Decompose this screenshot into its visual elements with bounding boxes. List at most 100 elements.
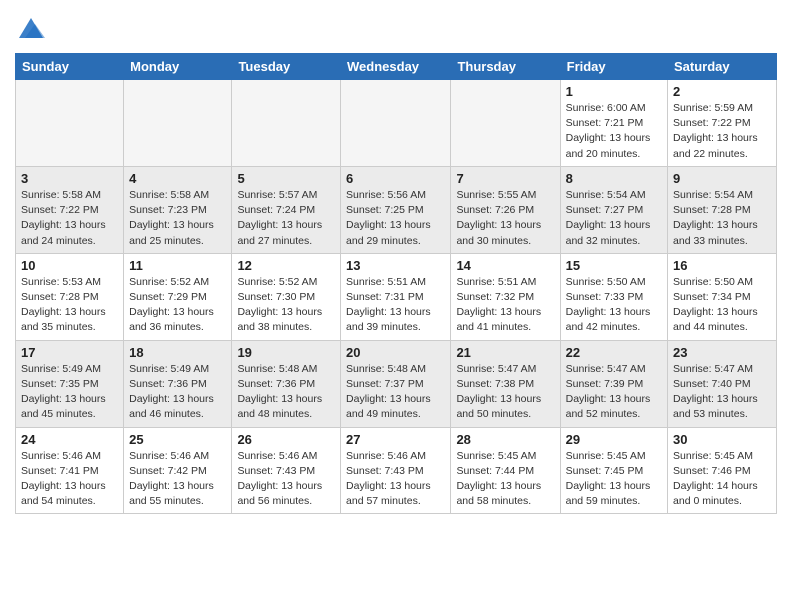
day-info: Sunrise: 5:49 AM Sunset: 7:36 PM Dayligh…	[129, 362, 226, 423]
day-number: 19	[237, 345, 335, 360]
day-info: Sunrise: 5:45 AM Sunset: 7:45 PM Dayligh…	[566, 449, 662, 510]
week-row-5: 24Sunrise: 5:46 AM Sunset: 7:41 PM Dayli…	[16, 427, 777, 514]
header	[15, 10, 777, 47]
day-number: 7	[456, 171, 554, 186]
day-cell: 18Sunrise: 5:49 AM Sunset: 7:36 PM Dayli…	[124, 340, 232, 427]
day-cell: 22 Sunrise: 5:47 AM Sunset: 7:39 PM Dayli…	[560, 340, 667, 427]
day-cell: 20Sunrise: 5:48 AM Sunset: 7:37 PM Dayli…	[341, 340, 451, 427]
day-number: 22	[566, 345, 662, 360]
day-cell	[232, 80, 341, 167]
day-info: Sunrise: 5:45 AM Sunset: 7:44 PM Dayligh…	[456, 449, 554, 510]
day-info: Sunrise: 5:45 AM Sunset: 7:46 PM Dayligh…	[673, 449, 771, 510]
day-info: Sunrise: 5:50 AM Sunset: 7:33 PM Dayligh…	[566, 275, 662, 336]
logo	[15, 14, 45, 47]
day-cell: 23 Sunrise: 5:47 AM Sunset: 7:40 PM Dayli…	[668, 340, 777, 427]
day-info: Sunrise: 5:50 AM Sunset: 7:34 PM Dayligh…	[673, 275, 771, 336]
day-number: 9	[673, 171, 771, 186]
day-cell: 4 Sunrise: 5:58 AM Sunset: 7:23 PM Daylig…	[124, 166, 232, 253]
day-number: 29	[566, 432, 662, 447]
col-header-wednesday: Wednesday	[341, 54, 451, 80]
week-row-1: 1 Sunrise: 6:00 AM Sunset: 7:21 PM Daylig…	[16, 80, 777, 167]
calendar-table: SundayMondayTuesdayWednesdayThursdayFrid…	[15, 53, 777, 514]
day-cell: 17Sunrise: 5:49 AM Sunset: 7:35 PM Dayli…	[16, 340, 124, 427]
col-header-thursday: Thursday	[451, 54, 560, 80]
col-header-saturday: Saturday	[668, 54, 777, 80]
day-info: Sunrise: 5:54 AM Sunset: 7:28 PM Dayligh…	[673, 188, 771, 249]
day-number: 8	[566, 171, 662, 186]
day-number: 27	[346, 432, 445, 447]
day-number: 12	[237, 258, 335, 273]
day-cell: 14Sunrise: 5:51 AM Sunset: 7:32 PM Dayli…	[451, 253, 560, 340]
day-number: 24	[21, 432, 118, 447]
day-cell: 15 Sunrise: 5:50 AM Sunset: 7:33 PM Dayli…	[560, 253, 667, 340]
day-number: 5	[237, 171, 335, 186]
day-number: 17	[21, 345, 118, 360]
day-info: Sunrise: 5:47 AM Sunset: 7:40 PM Dayligh…	[673, 362, 771, 423]
day-number: 15	[566, 258, 662, 273]
day-info: Sunrise: 5:57 AM Sunset: 7:24 PM Dayligh…	[237, 188, 335, 249]
day-info: Sunrise: 6:00 AM Sunset: 7:21 PM Dayligh…	[566, 101, 662, 162]
day-cell: 25 Sunrise: 5:46 AM Sunset: 7:42 PM Dayli…	[124, 427, 232, 514]
day-number: 23	[673, 345, 771, 360]
logo-icon	[17, 14, 45, 42]
col-header-friday: Friday	[560, 54, 667, 80]
day-info: Sunrise: 5:47 AM Sunset: 7:39 PM Dayligh…	[566, 362, 662, 423]
day-cell: 16 Sunrise: 5:50 AM Sunset: 7:34 PM Dayli…	[668, 253, 777, 340]
day-number: 6	[346, 171, 445, 186]
day-info: Sunrise: 5:52 AM Sunset: 7:30 PM Dayligh…	[237, 275, 335, 336]
col-header-monday: Monday	[124, 54, 232, 80]
day-info: Sunrise: 5:46 AM Sunset: 7:43 PM Dayligh…	[346, 449, 445, 510]
day-number: 14	[456, 258, 554, 273]
day-cell: 9 Sunrise: 5:54 AM Sunset: 7:28 PM Daylig…	[668, 166, 777, 253]
day-cell	[124, 80, 232, 167]
day-info: Sunrise: 5:46 AM Sunset: 7:42 PM Dayligh…	[129, 449, 226, 510]
col-header-tuesday: Tuesday	[232, 54, 341, 80]
week-row-2: 3 Sunrise: 5:58 AM Sunset: 7:22 PM Daylig…	[16, 166, 777, 253]
day-number: 28	[456, 432, 554, 447]
day-cell: 5 Sunrise: 5:57 AM Sunset: 7:24 PM Daylig…	[232, 166, 341, 253]
day-info: Sunrise: 5:46 AM Sunset: 7:43 PM Dayligh…	[237, 449, 335, 510]
day-info: Sunrise: 5:55 AM Sunset: 7:26 PM Dayligh…	[456, 188, 554, 249]
day-info: Sunrise: 5:56 AM Sunset: 7:25 PM Dayligh…	[346, 188, 445, 249]
week-row-4: 17Sunrise: 5:49 AM Sunset: 7:35 PM Dayli…	[16, 340, 777, 427]
day-cell: 21Sunrise: 5:47 AM Sunset: 7:38 PM Dayli…	[451, 340, 560, 427]
day-cell: 19 Sunrise: 5:48 AM Sunset: 7:36 PM Dayli…	[232, 340, 341, 427]
day-cell: 13 Sunrise: 5:51 AM Sunset: 7:31 PM Dayli…	[341, 253, 451, 340]
day-number: 26	[237, 432, 335, 447]
day-number: 4	[129, 171, 226, 186]
day-cell: 28 Sunrise: 5:45 AM Sunset: 7:44 PM Dayli…	[451, 427, 560, 514]
day-cell: 3 Sunrise: 5:58 AM Sunset: 7:22 PM Daylig…	[16, 166, 124, 253]
day-info: Sunrise: 5:47 AM Sunset: 7:38 PM Dayligh…	[456, 362, 554, 423]
day-number: 16	[673, 258, 771, 273]
day-cell: 27 Sunrise: 5:46 AM Sunset: 7:43 PM Dayli…	[341, 427, 451, 514]
day-number: 1	[566, 84, 662, 99]
week-row-3: 10 Sunrise: 5:53 AM Sunset: 7:28 PM Dayli…	[16, 253, 777, 340]
day-info: Sunrise: 5:48 AM Sunset: 7:37 PM Dayligh…	[346, 362, 445, 423]
day-cell: 11Sunrise: 5:52 AM Sunset: 7:29 PM Dayli…	[124, 253, 232, 340]
day-cell	[341, 80, 451, 167]
calendar-header: SundayMondayTuesdayWednesdayThursdayFrid…	[16, 54, 777, 80]
day-cell: 6 Sunrise: 5:56 AM Sunset: 7:25 PM Daylig…	[341, 166, 451, 253]
day-info: Sunrise: 5:48 AM Sunset: 7:36 PM Dayligh…	[237, 362, 335, 423]
day-cell	[16, 80, 124, 167]
day-cell: 7 Sunrise: 5:55 AM Sunset: 7:26 PM Daylig…	[451, 166, 560, 253]
day-info: Sunrise: 5:58 AM Sunset: 7:22 PM Dayligh…	[21, 188, 118, 249]
day-cell: 8 Sunrise: 5:54 AM Sunset: 7:27 PM Daylig…	[560, 166, 667, 253]
day-info: Sunrise: 5:51 AM Sunset: 7:31 PM Dayligh…	[346, 275, 445, 336]
day-number: 3	[21, 171, 118, 186]
day-cell: 12 Sunrise: 5:52 AM Sunset: 7:30 PM Dayli…	[232, 253, 341, 340]
day-info: Sunrise: 5:54 AM Sunset: 7:27 PM Dayligh…	[566, 188, 662, 249]
day-number: 2	[673, 84, 771, 99]
day-number: 13	[346, 258, 445, 273]
day-number: 10	[21, 258, 118, 273]
col-header-sunday: Sunday	[16, 54, 124, 80]
day-cell: 24Sunrise: 5:46 AM Sunset: 7:41 PM Dayli…	[16, 427, 124, 514]
day-info: Sunrise: 5:58 AM Sunset: 7:23 PM Dayligh…	[129, 188, 226, 249]
day-cell: 1 Sunrise: 6:00 AM Sunset: 7:21 PM Daylig…	[560, 80, 667, 167]
day-number: 25	[129, 432, 226, 447]
day-info: Sunrise: 5:59 AM Sunset: 7:22 PM Dayligh…	[673, 101, 771, 162]
day-cell: 10 Sunrise: 5:53 AM Sunset: 7:28 PM Dayli…	[16, 253, 124, 340]
day-info: Sunrise: 5:53 AM Sunset: 7:28 PM Dayligh…	[21, 275, 118, 336]
day-cell	[451, 80, 560, 167]
day-number: 30	[673, 432, 771, 447]
